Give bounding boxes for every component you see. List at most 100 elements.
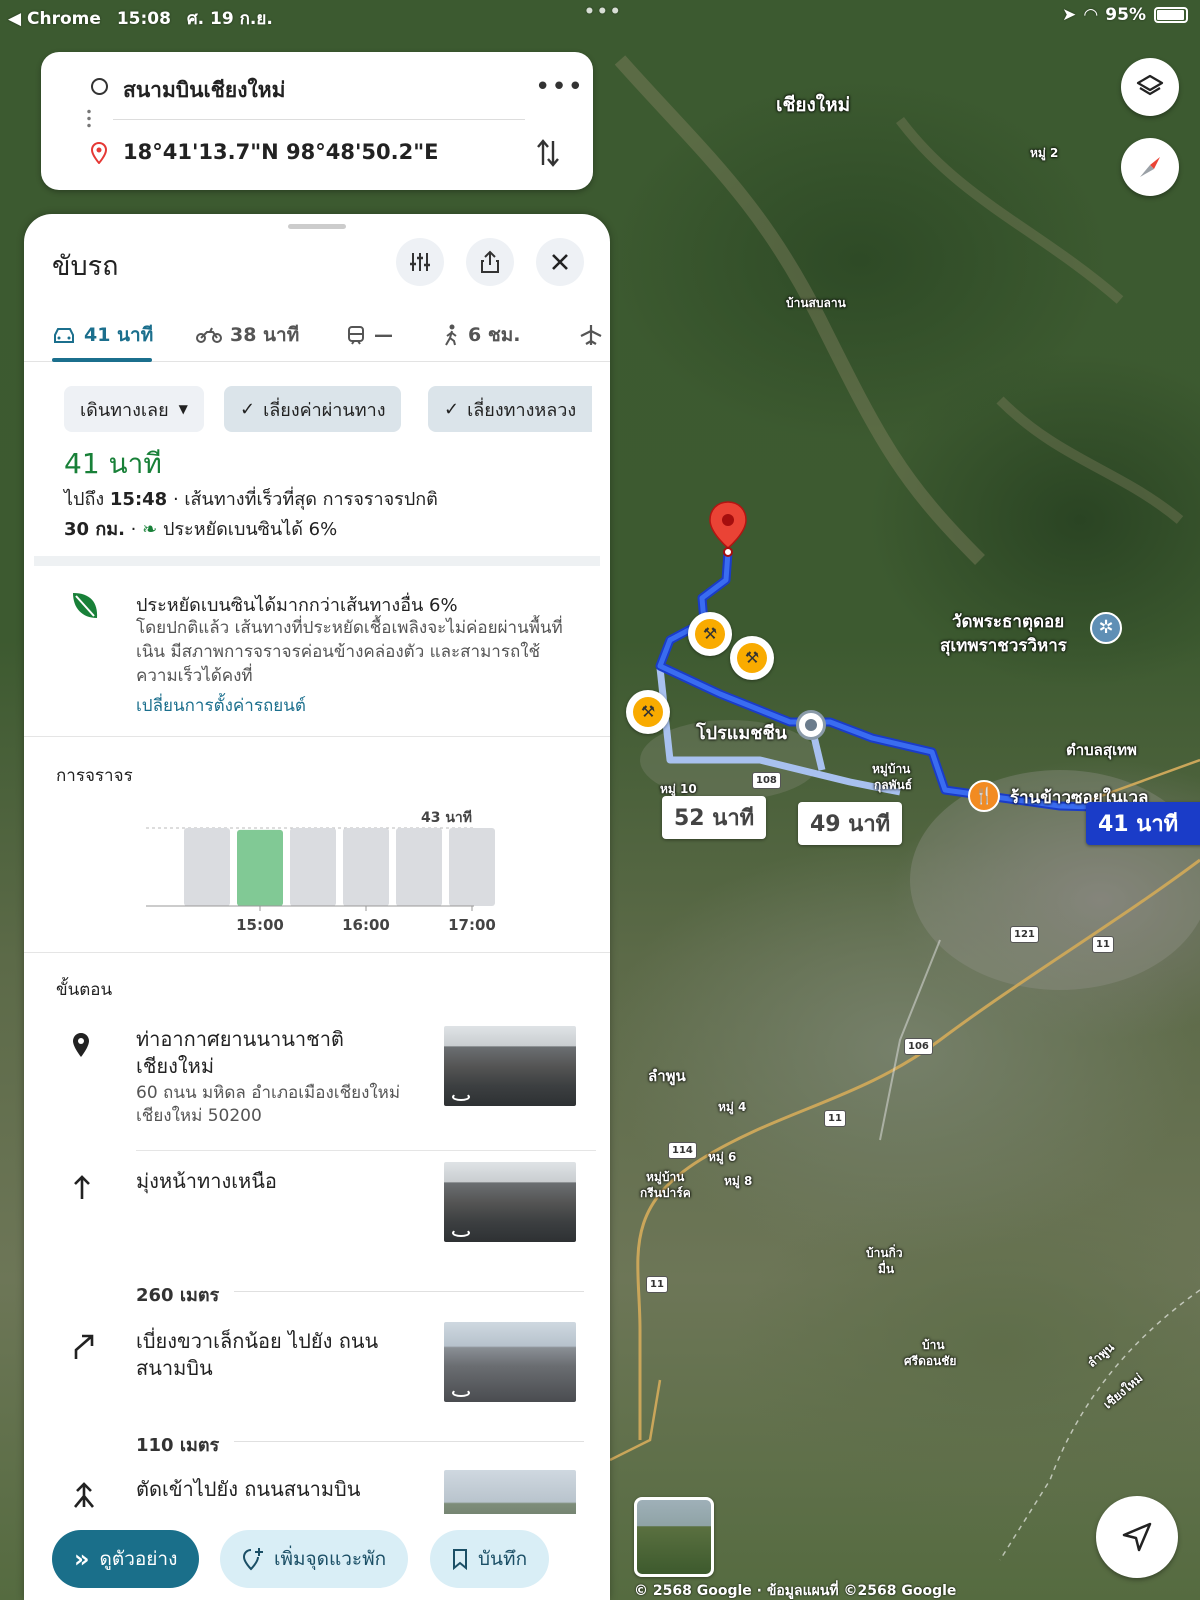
save-button[interactable]: บันทึก [430, 1530, 550, 1588]
destination-pin-icon[interactable] [708, 500, 748, 558]
temple-icon[interactable]: ✲ [1090, 612, 1122, 644]
swap-icon[interactable] [536, 138, 560, 168]
origin-circle-icon [91, 78, 108, 95]
step-title: มุ่งหน้าทางเหนือ [136, 1169, 277, 1193]
preview-button[interactable]: » ดูตัวอย่าง [52, 1530, 200, 1588]
directions-search-card: สนามบินเชียงใหม่ 18°41'13.7"N 98°48'50.2… [41, 52, 593, 190]
back-to-app[interactable]: ◀ Chrome [8, 9, 101, 29]
origin-input[interactable]: สนามบินเชียงใหม่ [123, 74, 285, 107]
divider [234, 1441, 584, 1442]
tab-transit[interactable]: — [346, 308, 393, 362]
route-duration: 41 นาที [64, 447, 162, 480]
multitask-dots-icon[interactable]: ••• [584, 2, 623, 22]
tab-drive[interactable]: 41 นาที [52, 308, 153, 362]
more-options-icon[interactable]: ••• [535, 74, 584, 100]
traffic-bar [343, 828, 389, 906]
map-label: กุลพันธ์ [874, 778, 913, 792]
wifi-icon: ◠ [1084, 5, 1098, 25]
arrival-info: ไปถึง 15:48 · เส้นทางที่เร็วที่สุด การจร… [64, 484, 438, 513]
change-vehicle-settings-link[interactable]: เปลี่ยนการตั้งค่ารถยนต์ [136, 692, 306, 719]
map-label: ลำพูน [648, 1067, 686, 1085]
destination-input[interactable]: 18°41'13.7"N 98°48'50.2"E [123, 140, 439, 164]
map-label: วัดพระธาตุดอย [952, 612, 1065, 632]
directions-panel: ขับรถ 41 นาที 38 นาที — 6 ชม. เดินทางเลย… [24, 214, 610, 1600]
walk-icon [445, 324, 457, 346]
merge-icon [73, 1482, 95, 1508]
status-time: 15:08 [116, 9, 171, 29]
step-distance: 260 เมตร [136, 1285, 220, 1306]
leaf-icon: ❧ [142, 519, 158, 540]
layers-button[interactable] [1121, 58, 1179, 116]
drag-handle[interactable] [288, 224, 346, 229]
tab-flight[interactable] [580, 308, 602, 362]
avoid-highways-chip[interactable]: ✓ เลี่ยงทางหลวง [428, 386, 593, 432]
street-view-thumbnail[interactable] [634, 1497, 714, 1577]
status-bar: ◀ Chrome 15:08 ศ. 19 ก.ย. ••• ➤ ◠ 95% [0, 0, 1200, 30]
alt-route-badge[interactable]: 52 นาที [662, 796, 767, 839]
traffic-bar [290, 828, 336, 906]
close-icon [552, 254, 568, 270]
car-icon [54, 328, 74, 343]
battery-icon [1154, 7, 1188, 23]
train-icon [348, 326, 364, 345]
action-bar: » ดูตัวอย่าง เพิ่มจุดแวะพัก บันทึก [24, 1514, 610, 1600]
route-shield: 121 [1010, 926, 1039, 943]
leaf-icon [73, 593, 98, 618]
construction-icon[interactable]: ⚒ [688, 612, 732, 656]
tab-motorbike-label: 38 นาที [230, 324, 300, 346]
tab-transit-label: — [374, 324, 393, 346]
divider [24, 736, 610, 737]
share-button[interactable] [466, 238, 514, 286]
route-distance: 30 กม. [64, 519, 125, 540]
main-route-badge[interactable]: 41 นาที [1086, 802, 1200, 845]
traffic-tick-label: 16:00 [342, 916, 390, 932]
step-title: ท่าอากาศยานนานาชาติเชียงใหม่ [136, 1027, 344, 1078]
steps-title: ขั้นตอน [56, 980, 113, 1000]
origin-marker-icon[interactable] [796, 710, 826, 740]
street-view-thumbnail[interactable] [444, 1026, 576, 1106]
divider [136, 1150, 596, 1151]
map-label: สุเทพราชวรวิหาร [940, 636, 1067, 656]
restaurant-icon[interactable]: 🍴 [968, 780, 1000, 812]
step-title: เบี่ยงขวาเล็กน้อย ไปยัง ถนนสนามบิน [136, 1329, 379, 1380]
traffic-title: การจราจร [56, 766, 133, 786]
route-options-button[interactable] [396, 238, 444, 286]
avoid-tolls-label: เลี่ยงค่าผ่านทาง [263, 399, 386, 421]
construction-icon[interactable]: ⚒ [626, 690, 670, 734]
construction-icon[interactable]: ⚒ [730, 636, 774, 680]
tab-walk[interactable]: 6 ชม. [442, 308, 520, 362]
map-label: มื่น [878, 1262, 895, 1276]
arrival-prefix: ไปถึง [64, 489, 105, 510]
street-view-icon [452, 1389, 470, 1397]
traffic-tick-label: 17:00 [448, 916, 496, 932]
divider [24, 952, 610, 953]
close-button[interactable] [536, 238, 584, 286]
location-arrow-icon: ➤ [1061, 5, 1077, 25]
street-view-thumbnail[interactable] [444, 1162, 576, 1242]
compass-button[interactable] [1121, 138, 1179, 196]
tab-drive-label: 41 นาที [84, 324, 154, 346]
check-icon: ✓ [444, 398, 460, 420]
depart-time-dropdown[interactable]: เดินทางเลย ▼ [64, 386, 204, 432]
start-navigation-button[interactable] [1096, 1496, 1178, 1578]
compass-icon [1140, 157, 1160, 177]
tab-motorbike[interactable]: 38 นาที [196, 308, 299, 362]
map-label: หมู่ 4 [718, 1100, 747, 1114]
divider [113, 119, 525, 120]
add-stop-button[interactable]: เพิ่มจุดแวะพัก [220, 1530, 409, 1588]
active-tab-indicator [52, 358, 152, 362]
step-title: ตัดเข้าไปยัง ถนนสนามบิน [136, 1477, 361, 1501]
route-shield: 11 [824, 1110, 846, 1127]
distance-separator: · [130, 519, 143, 540]
route-dots-icon [87, 108, 91, 130]
bookmark-icon [453, 1549, 467, 1570]
save-label: บันทึก [478, 1548, 528, 1570]
alt-route-badge[interactable]: 49 นาที [798, 802, 903, 845]
battery-percent: 95% [1105, 5, 1146, 25]
destination-pin-icon [91, 142, 107, 164]
street-view-thumbnail[interactable] [444, 1322, 576, 1402]
preview-label: ดูตัวอย่าง [99, 1548, 178, 1570]
motorbike-icon [196, 327, 222, 343]
map-label: หมู่ 2 [1030, 146, 1059, 160]
avoid-tolls-chip[interactable]: ✓ เลี่ยงค่าผ่านทาง [224, 386, 402, 432]
